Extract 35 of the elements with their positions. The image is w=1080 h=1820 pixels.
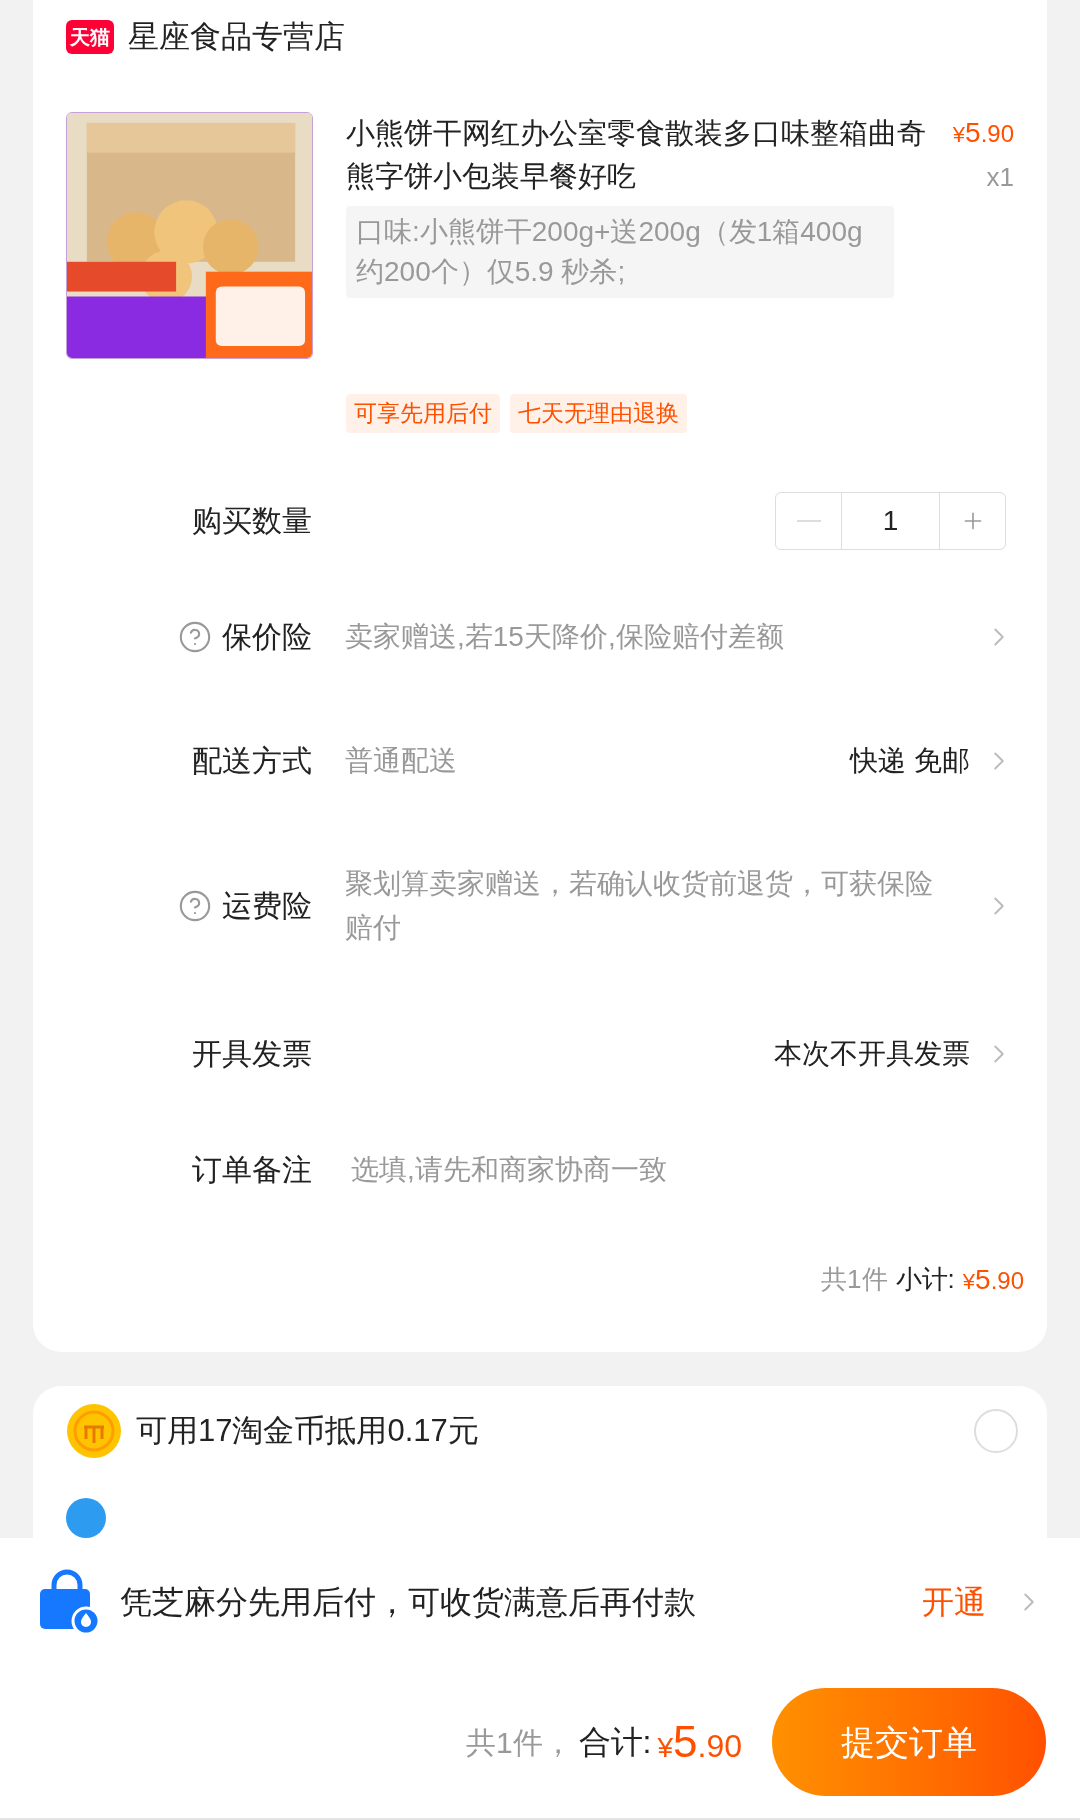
product-quantity: x1 bbox=[986, 161, 1014, 194]
total-label: 合计: bbox=[578, 1723, 652, 1762]
product-price: ¥5.90 bbox=[952, 116, 1014, 150]
row-value: 聚划算卖家赠送，若确认收货前退货，可获保险赔付 bbox=[345, 867, 933, 943]
pay-later-text: 凭芝麻分先用后付，可收货满意后再付款 bbox=[120, 1583, 697, 1622]
row-label: 运费险 bbox=[222, 888, 312, 924]
coin-offer-text: 可用17淘金币抵用0.17元 bbox=[136, 1411, 480, 1450]
activate-link[interactable]: 开通 bbox=[922, 1578, 986, 1626]
help-icon[interactable] bbox=[178, 619, 212, 654]
service-tag: 可享先用后付 bbox=[346, 394, 500, 433]
subtotal-label: 小计: bbox=[895, 1263, 955, 1296]
product-title: 小熊饼干网红办公室零食散装多口味整箱曲奇熊字饼小包装早餐好吃 bbox=[346, 116, 927, 194]
help-icon[interactable] bbox=[178, 888, 212, 923]
product-spec: 口味:小熊饼干200g+送200g（发1箱400g约200个）仅5.9 秒杀; bbox=[346, 206, 894, 298]
row-detail: 本次不开具发票 bbox=[774, 1036, 970, 1071]
subtotal-price: ¥5.90 bbox=[962, 1262, 1024, 1297]
total-price: ¥5.90 bbox=[657, 1716, 742, 1768]
row-detail: 快递 免邮 bbox=[850, 743, 970, 778]
store-name: 星座食品专营店 bbox=[128, 17, 345, 56]
row-value: 普通配送 bbox=[345, 744, 457, 776]
row-label: 配送方式 bbox=[192, 743, 312, 779]
store-badge: 天猫 bbox=[66, 20, 114, 54]
total-count: 共1件， bbox=[465, 1724, 573, 1761]
note-field[interactable]: 选填,请先和商家协商一致 bbox=[351, 1148, 1014, 1191]
row-label: 开具发票 bbox=[192, 1036, 312, 1072]
item-count: 共1件 bbox=[821, 1263, 888, 1296]
service-tag: 七天无理由退换 bbox=[510, 394, 687, 433]
minus-icon bbox=[796, 519, 821, 522]
row-label: 购买数量 bbox=[192, 503, 312, 539]
row-value: 卖家赠送,若15天降价,保险赔付差额 bbox=[345, 620, 784, 652]
submit-order-button[interactable]: 提交订单 bbox=[772, 1688, 1046, 1796]
coin-icon bbox=[66, 1403, 122, 1459]
coin-radio[interactable] bbox=[974, 1409, 1018, 1453]
row-label: 保价险 bbox=[222, 619, 312, 655]
row-label: 订单备注 bbox=[192, 1152, 312, 1188]
